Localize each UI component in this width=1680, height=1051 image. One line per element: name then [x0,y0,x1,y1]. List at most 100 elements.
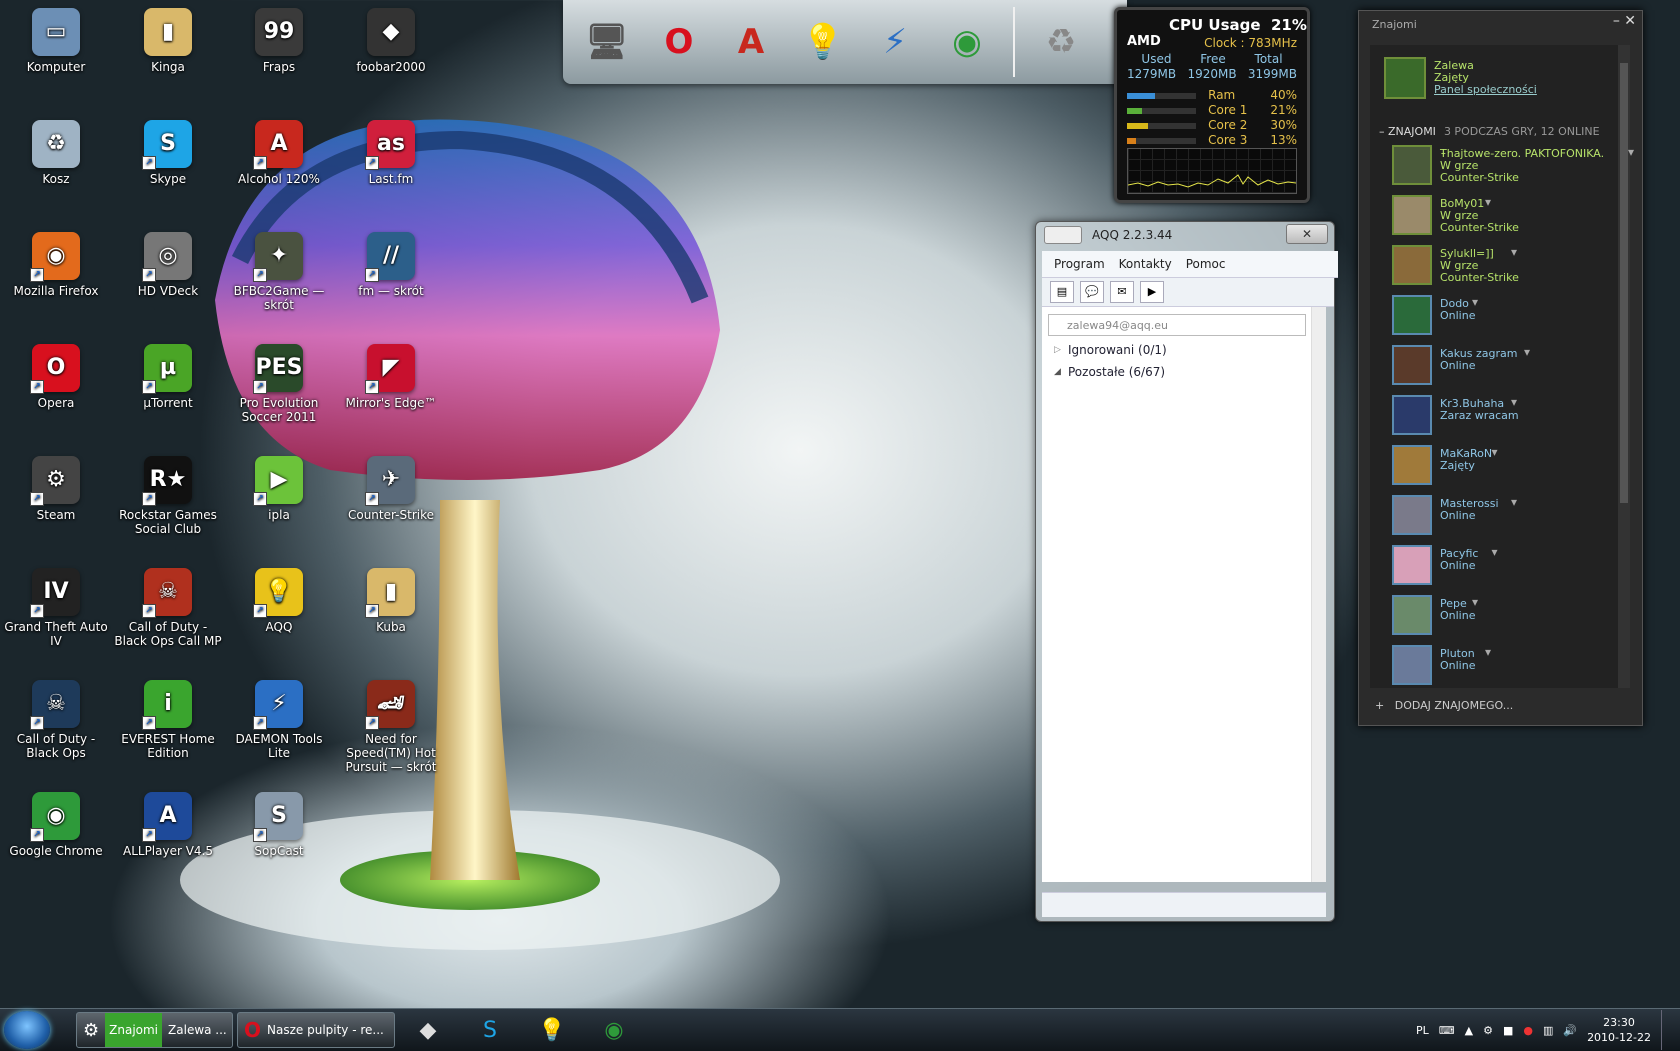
dropdown-arrow-icon[interactable]: ▾ [1472,295,1478,309]
steam-tray-icon[interactable]: ⚙ [1483,1024,1493,1037]
volume-icon[interactable]: 🔊 [1563,1024,1577,1037]
desktop-icon[interactable]: A ↗ Alcohol 120% [225,120,333,186]
dropdown-arrow-icon[interactable]: ▾ [1511,395,1517,409]
network-icon[interactable]: ▥ [1543,1024,1553,1037]
minimize-button[interactable]: – [1613,13,1620,29]
record-icon[interactable]: ● [1523,1024,1533,1037]
close-button[interactable]: ✕ [1624,13,1636,29]
foobar-icon[interactable]: ◆ [404,1013,452,1047]
desktop-icon[interactable]: ◎ ↗ HD VDeck [114,232,222,298]
friends-header[interactable]: – ZNAJOMI 3 PODCZAS GRY, 12 ONLINE [1379,125,1600,138]
close-button[interactable]: ✕ [1286,224,1328,244]
desktop-icon[interactable]: ✦ ↗ BFBC2Game — skrót [225,232,333,312]
dropdown-arrow-icon[interactable]: ▾ [1511,245,1517,259]
desktop-icon[interactable]: R★ ↗ Rockstar Games Social Club [114,456,222,536]
cpu-meter: Core 1 21% [1127,103,1297,117]
desktop-icon[interactable]: //↗ fm — skrót [337,232,445,298]
desktop-icon[interactable]: µ ↗ µTorrent [114,344,222,410]
desktop-icon[interactable]: ▶ ↗ ipla [225,456,333,522]
desktop-icon-label: HD VDeck [137,284,199,298]
desktop-icon[interactable]: 🏎 ↗ Need for Speed(TM) Hot Pursuit — skrót [337,680,445,774]
show-hidden-icons[interactable]: ▲ [1465,1024,1473,1037]
meter-percent: 13% [1270,133,1297,147]
contact-list: zalewa94@aqq.eu ▷ Ignorowani (0/1) ◢ Pozos… [1042,307,1326,882]
show-desktop-button[interactable] [1661,1010,1672,1050]
community-panel-link[interactable]: Panel społeczności [1434,83,1537,96]
mail-icon[interactable]: ✉ [1110,281,1134,303]
group-ignored[interactable]: ▷ Ignorowani (0/1) [1054,343,1167,357]
daemon-tools-icon[interactable]: ⚡ [863,7,927,77]
desktop-icon[interactable]: i ↗ EVEREST Home Edition [114,680,222,760]
add-friend-button[interactable]: + DODAJ ZNAJOMEGO... [1375,699,1513,712]
cod-icon: ☠ ↗ [30,680,80,730]
recycle-bin-icon[interactable]: ♻ [1029,7,1093,77]
steam-friends-window[interactable]: Znajomi – ✕ Zalewa Zajęty Panel społeczn… [1358,10,1643,726]
scrollbar[interactable] [1311,307,1326,882]
desktop-icon[interactable]: A ↗ ALLPlayer V4.5 [114,792,222,858]
dropdown-arrow-icon[interactable]: ▾ [1628,145,1634,159]
shortcut-arrow-icon: ↗ [30,604,44,618]
opera-icon[interactable]: O [647,7,711,77]
chrome-icon[interactable]: ◉ [935,7,999,77]
desktop-icon[interactable]: ◆ foobar2000 [337,8,445,74]
monitor-icon[interactable]: 🖥 [575,7,639,77]
desktop-icon[interactable]: ▮ ↗ Kuba [337,568,445,634]
desktop-icon[interactable]: S ↗ Skype [114,120,222,186]
chrome-icon[interactable]: ◉ [590,1013,638,1047]
allplayer-icon: A ↗ [142,792,192,842]
desktop-icon-label: foobar2000 [356,60,426,74]
dropdown-arrow-icon[interactable]: ▾ [1485,645,1491,659]
desktop-icon[interactable]: ◉ ↗ Mozilla Firefox [2,232,110,298]
desktop-icon[interactable]: as ↗ Last.fm [337,120,445,186]
desktop-icon[interactable]: IV ↗ Grand Theft Auto IV [2,568,110,648]
desktop-icon[interactable]: PES ↗ Pro Evolution Soccer 2011 [225,344,333,424]
desktop-icon[interactable]: ◉ ↗ Google Chrome [2,792,110,858]
account-field[interactable]: zalewa94@aqq.eu [1048,314,1306,336]
desktop-icon[interactable]: O ↗ Opera [2,344,110,410]
desktop-icon[interactable]: ✈ ↗ Counter-Strike [337,456,445,522]
desktop-icon[interactable]: ☠ ↗ Call of Duty - Black Ops [2,680,110,760]
keyboard-icon[interactable]: ⌨ [1439,1024,1455,1037]
skype-icon[interactable]: S [466,1013,514,1047]
desktop-icon-label: Need for Speed(TM) Hot Pursuit — skrót [345,732,437,774]
dropdown-arrow-icon[interactable]: ▾ [1511,495,1517,509]
desktop-icon[interactable]: ▭ Komputer [2,8,110,74]
alcohol-icon[interactable]: A [719,7,783,77]
desktop-icon[interactable]: 99 Fraps [225,8,333,74]
desktop-icon[interactable]: ◤ ↗ Mirror's Edge™ [337,344,445,410]
desktop-icon[interactable]: ▮ Kinga [114,8,222,74]
chat-icon[interactable]: 💬 [1080,281,1104,303]
desktop-icon[interactable]: 💡 ↗ AQQ [225,568,333,634]
dropdown-arrow-icon[interactable]: ▾ [1472,595,1478,609]
window-menu-button[interactable] [1044,226,1082,244]
menu-pomoc[interactable]: Pomoc [1186,257,1226,271]
dropdown-arrow-icon[interactable]: ▾ [1492,445,1498,459]
contacts-icon[interactable]: ▤ [1050,281,1074,303]
alcohol-icon: A ↗ [253,120,303,170]
group-other[interactable]: ◢ Pozostałe (6/67) [1054,365,1165,379]
aqq-icon[interactable]: 💡 [528,1013,576,1047]
dropdown-arrow-icon[interactable]: ▾ [1492,545,1498,559]
start-button[interactable] [4,1011,50,1049]
stop-icon[interactable]: ■ [1503,1024,1513,1037]
scrollbar[interactable] [1618,45,1630,688]
menu-program[interactable]: Program [1054,257,1105,271]
dropdown-arrow-icon[interactable]: ▾ [1524,345,1530,359]
taskbar-steam-friends[interactable]: ⚙ Znajomi Zalewa ... [76,1012,233,1048]
avatar [1392,645,1432,685]
shortcut-arrow-icon: ↗ [142,716,156,730]
desktop-icon[interactable]: ⚙ ↗ Steam [2,456,110,522]
play-icon[interactable]: ▶ [1140,281,1164,303]
clock[interactable]: 23:30 2010-12-22 [1587,1015,1651,1045]
taskbar-opera[interactable]: O Nasze pulpity - re... [237,1012,395,1048]
desktop-icon[interactable]: ☠ ↗ Call of Duty - Black Ops Call MP [114,568,222,648]
aqq-icon[interactable]: 💡 [791,7,855,77]
aqq-window[interactable]: AQQ 2.2.3.44 ✕ Program Kontakty Pomoc ▤ … [1035,221,1338,922]
desktop-icon[interactable]: S ↗ SopCast [225,792,333,858]
daemon-tools-icon: ⚡ ↗ [253,680,303,730]
menu-kontakty[interactable]: Kontakty [1119,257,1172,271]
desktop-icon[interactable]: ⚡ ↗ DAEMON Tools Lite [225,680,333,760]
desktop-icon[interactable]: ♻ Kosz [2,120,110,186]
language-indicator[interactable]: PL [1416,1024,1429,1037]
dropdown-arrow-icon[interactable]: ▾ [1485,195,1491,209]
